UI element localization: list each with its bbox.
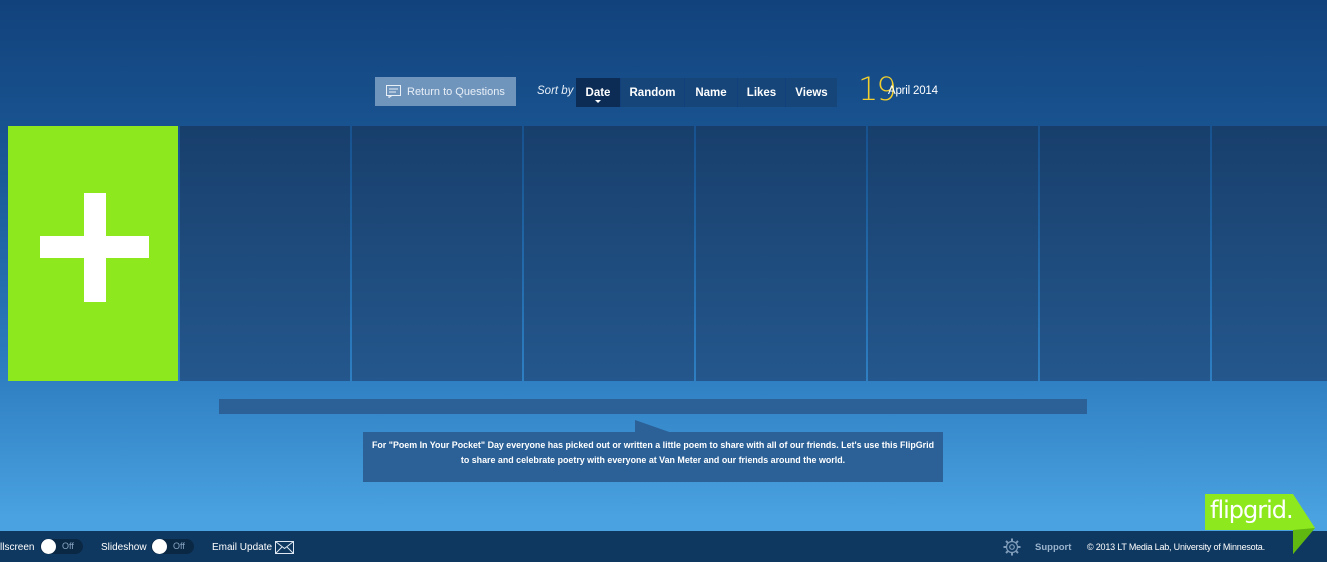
sort-by-label: Sort by: [537, 85, 574, 97]
return-to-questions-button[interactable]: Return to Questions: [375, 77, 516, 106]
email-update-link[interactable]: Email Update: [212, 542, 272, 553]
response-slot: [868, 126, 1038, 381]
plus-icon-bar: [40, 236, 149, 258]
response-slot: [1212, 126, 1327, 381]
return-to-questions-label: Return to Questions: [407, 85, 505, 98]
response-slot: [696, 126, 866, 381]
date-month-year: April 2014: [888, 85, 938, 97]
response-slot: [1040, 126, 1210, 381]
grid-scrollbar[interactable]: [219, 399, 1087, 414]
topic-description: For "Poem In Your Pocket" Day everyone h…: [363, 432, 943, 482]
sort-options: Date Random Name Likes Views: [576, 78, 837, 107]
response-grid: [8, 126, 1327, 381]
add-response-button[interactable]: [8, 126, 178, 381]
gear-icon[interactable]: [1003, 538, 1021, 556]
sort-likes-button[interactable]: Likes: [738, 78, 786, 107]
response-slot: [352, 126, 522, 381]
flipgrid-logo-text: flipgrid.: [1210, 496, 1294, 524]
envelope-icon[interactable]: [275, 541, 294, 554]
toggle-knob: [41, 539, 56, 554]
slideshow-toggle[interactable]: Off: [151, 539, 194, 554]
fullscreen-label: llscreen: [0, 542, 35, 553]
footer-bar: llscreen Off Slideshow Off Email Update …: [0, 531, 1327, 562]
response-slot: [180, 126, 350, 381]
toggle-knob: [152, 539, 167, 554]
slideshow-state: Off: [173, 541, 185, 551]
comment-icon: [386, 85, 401, 98]
sort-random-button[interactable]: Random: [621, 78, 685, 107]
response-slot: [524, 126, 694, 381]
support-link[interactable]: Support: [1035, 542, 1071, 553]
sort-name-button[interactable]: Name: [685, 78, 738, 107]
sort-date-button[interactable]: Date: [576, 78, 621, 107]
sort-views-button[interactable]: Views: [786, 78, 837, 107]
fullscreen-toggle[interactable]: Off: [40, 539, 83, 554]
slideshow-label: Slideshow: [101, 542, 147, 553]
fullscreen-state: Off: [62, 541, 74, 551]
